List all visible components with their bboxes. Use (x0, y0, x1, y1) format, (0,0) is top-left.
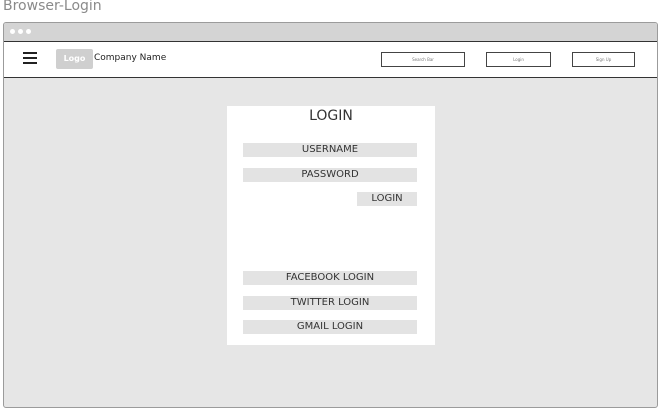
gmail-login-button[interactable]: GMAIL LOGIN (243, 320, 417, 334)
window-titlebar (4, 23, 657, 41)
facebook-login-button[interactable]: FACEBOOK LOGIN (243, 271, 417, 285)
search-bar[interactable]: Search Bar (381, 52, 465, 67)
logo[interactable]: Logo (56, 49, 93, 69)
twitter-login-button[interactable]: TWITTER LOGIN (243, 296, 417, 310)
hamburger-menu-icon[interactable] (23, 52, 37, 64)
browser-window: Logo Company Name Search Bar Login Sign … (3, 22, 658, 408)
login-card: LOGIN USERNAME PASSWORD LOGIN FACEBOOK L… (227, 106, 435, 345)
page-title: Browser-Login (3, 0, 102, 14)
signup-nav-button[interactable]: Sign Up (572, 52, 635, 67)
window-dot-icon (18, 29, 23, 34)
password-field[interactable]: PASSWORD (243, 168, 417, 182)
login-title: LOGIN (309, 108, 353, 124)
company-name: Company Name (94, 53, 167, 63)
username-field[interactable]: USERNAME (243, 143, 417, 157)
login-nav-button[interactable]: Login (486, 52, 551, 67)
login-button[interactable]: LOGIN (357, 192, 417, 206)
window-dot-icon (26, 29, 31, 34)
window-dot-icon (10, 29, 15, 34)
top-navbar: Logo Company Name Search Bar Login Sign … (4, 41, 657, 78)
